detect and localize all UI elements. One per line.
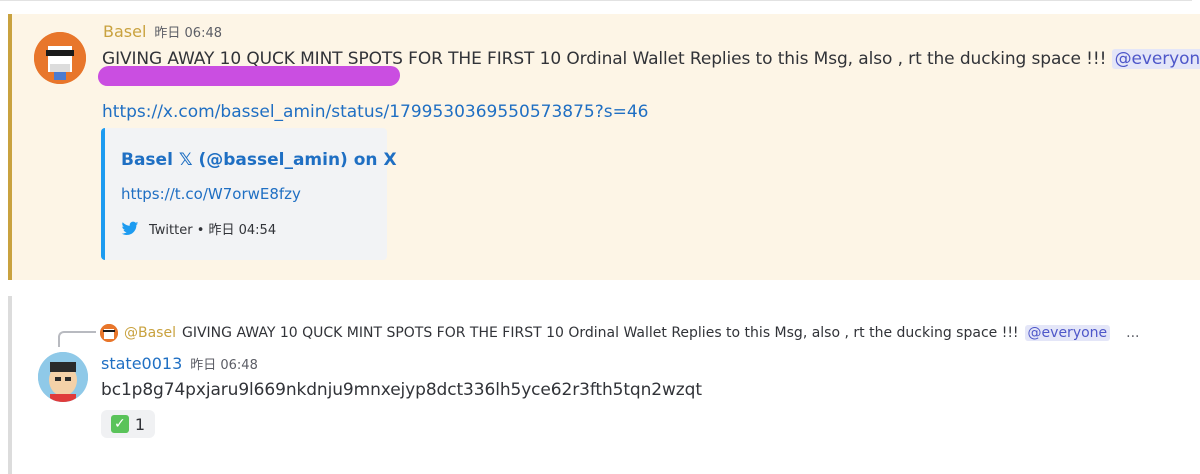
author-name-state0013[interactable]: state0013 [101,354,182,373]
message2-header: state0013 昨日 06:48 [101,354,258,373]
top-divider [0,0,1192,1]
reply-preview[interactable]: @Basel GIVING AWAY 10 QUCK MINT SPOTS FO… [100,324,1140,342]
everyone-mention[interactable]: @everyone [1111,49,1200,69]
reaction-count: 1 [134,414,146,434]
author-name[interactable]: Basel [103,22,146,41]
embed-url[interactable]: https://t.co/W7orwE8fzy [121,185,301,203]
embed-footer: Twitter • 昨日 04:54 [121,219,276,238]
timestamp: 昨日 06:48 [154,26,223,41]
message1-header: Basel 昨日 06:48 [103,22,222,41]
tweet-link[interactable]: https://x.com/bassel_amin/status/1799530… [102,102,648,122]
reply-text: GIVING AWAY 10 QUCK MINT SPOTS FOR THE F… [181,325,1019,341]
check-mark-icon: ✓ [110,415,129,433]
link-embed: Basel 𝕏 (@bassel_amin) on X https://t.co… [101,128,397,260]
reply-connector [58,331,96,347]
embed-title[interactable]: Basel 𝕏 (@bassel_amin) on X [121,150,397,170]
reply-avatar [100,324,118,342]
wallet-address: bc1p8g74pxjaru9l669nkdnju9mnxejyp8dct336… [101,380,702,400]
embed-footer-text: Twitter • 昨日 04:54 [149,223,277,238]
more-indicator: ... [1126,325,1140,341]
reply-everyone-mention[interactable]: @everyone [1024,325,1111,341]
timestamp-2: 昨日 06:48 [190,358,258,373]
avatar-basel[interactable] [34,32,86,84]
avatar-state0013[interactable] [38,352,88,402]
twitter-bird-icon [121,221,139,237]
reaction-check[interactable]: ✓ 1 [101,410,155,438]
reply-author[interactable]: @Basel [124,325,176,341]
pen-highlight-mark [97,66,401,86]
